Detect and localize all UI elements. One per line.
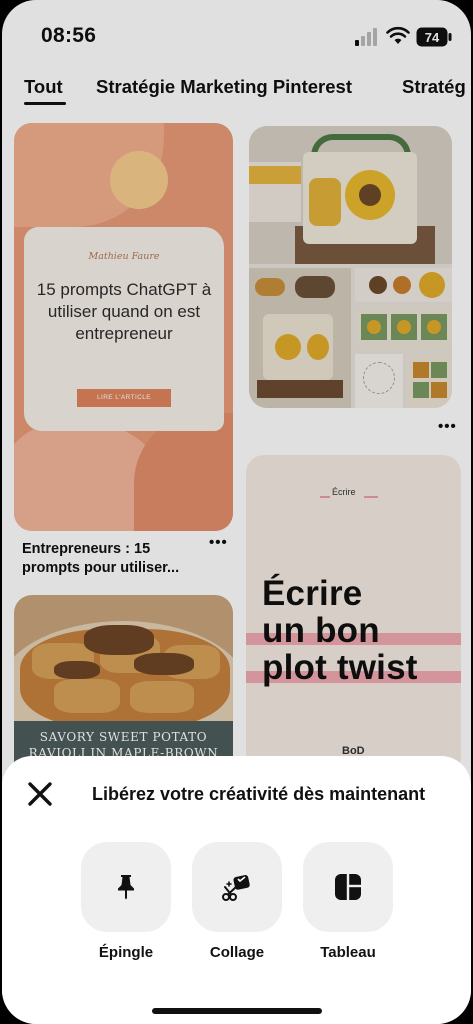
wood-base — [257, 380, 343, 398]
divider — [364, 496, 378, 498]
crochet-main-photo — [249, 126, 452, 264]
battery-icon: 74 — [416, 27, 452, 47]
pin-title-line: plot twist — [262, 648, 418, 687]
granny-square — [431, 382, 447, 398]
sunflower-center — [359, 184, 381, 206]
create-pin-label: Épingle — [98, 944, 154, 961]
create-board-label: Tableau — [320, 944, 376, 961]
create-collage-label: Collage — [209, 944, 265, 961]
create-collage-action[interactable]: Collage — [192, 842, 282, 961]
sunflower-motif — [309, 178, 341, 226]
granny-square — [431, 362, 447, 378]
crochet-photo — [355, 306, 452, 350]
close-icon[interactable] — [26, 780, 54, 808]
sunflower-motif — [427, 320, 441, 334]
sheet-title: Libérez votre créativité dès maintenant — [92, 784, 426, 804]
pin-title: 15 prompts ChatGPT à utiliser quand on e… — [36, 280, 212, 343]
collage-scissors-icon — [222, 875, 250, 901]
create-pin-button[interactable] — [81, 842, 171, 932]
pin-text-card: Mathieu Faure 15 prompts ChatGPT à utili… — [24, 227, 224, 431]
battery-level: 74 — [425, 30, 440, 45]
pin-crochet-basket[interactable] — [249, 126, 452, 408]
divider — [320, 496, 330, 498]
pin-chatgpt-prompts[interactable]: Mathieu Faure 15 prompts ChatGPT à utili… — [14, 123, 233, 531]
yarn-ball — [295, 276, 335, 298]
ravioli-piece — [130, 681, 194, 713]
cellular-signal-icon — [355, 28, 377, 46]
pin-brand: Mathieu Faure — [88, 251, 160, 262]
tab-strategie-marketing-pinterest[interactable]: Stratégie Marketing Pinterest — [96, 76, 352, 98]
sunflower-center — [369, 276, 387, 294]
create-board-action[interactable]: Tableau — [303, 842, 393, 961]
tab-tout[interactable]: Tout — [24, 76, 63, 98]
pin-title: Écrire un bon plot twist — [262, 575, 418, 686]
granny-square — [413, 362, 429, 378]
pin-title-line: un bon — [262, 611, 380, 650]
create-pin-action[interactable]: Épingle — [81, 842, 171, 961]
sunflower-motif — [393, 276, 411, 294]
more-horizontal-icon[interactable]: ••• — [438, 418, 457, 435]
granny-square — [413, 382, 429, 398]
decor-sun — [110, 151, 168, 209]
pecan-topping — [54, 661, 100, 679]
pin-ecrire-plot-twist[interactable]: Écrire Écrire un bon plot twist BoD — [246, 455, 461, 775]
status-time: 08:56 — [41, 24, 97, 47]
status-bar: 08:56 74 — [2, 0, 471, 72]
create-bottom-sheet: Libérez votre créativité dès maintenant … — [2, 756, 471, 1024]
board-icon — [335, 874, 362, 900]
crochet-photo — [355, 268, 452, 302]
sunflower-motif — [307, 334, 329, 360]
pattern-diagram — [363, 362, 395, 394]
pin-cta-label: LIRE L'ARTICLE — [77, 389, 171, 407]
home-indicator[interactable] — [152, 1008, 322, 1014]
crochet-photo — [249, 268, 351, 408]
wifi-icon — [386, 26, 410, 44]
phone-screen: 08:56 74 Tout Stratégie Marketing Pinter… — [2, 0, 471, 1024]
sunflower-motif — [397, 320, 411, 334]
sunflower-motif — [367, 320, 381, 334]
crochet-photo — [407, 354, 452, 408]
create-board-button[interactable] — [303, 842, 393, 932]
sunflower-motif — [419, 272, 445, 298]
sunflower-motif — [275, 334, 301, 360]
pin-caption[interactable]: Entrepreneurs : 15 prompts pour utiliser… — [22, 540, 200, 578]
pecan-topping — [134, 653, 194, 675]
yarn-ball — [255, 278, 285, 296]
pecan-topping — [84, 625, 154, 655]
pin-icon — [118, 875, 134, 900]
more-horizontal-icon[interactable]: ••• — [209, 534, 228, 551]
active-tab-indicator — [24, 102, 66, 105]
board-tabs: Tout Stratégie Marketing Pinterest Strat… — [2, 72, 471, 112]
pin-label: Écrire — [332, 487, 356, 497]
crochet-chart — [355, 354, 403, 408]
ravioli-piece — [54, 679, 120, 713]
create-collage-button[interactable] — [192, 842, 282, 932]
pin-title-line: Écrire — [262, 574, 363, 613]
background-object — [249, 166, 301, 184]
tab-strategie[interactable]: Stratég — [402, 76, 466, 98]
